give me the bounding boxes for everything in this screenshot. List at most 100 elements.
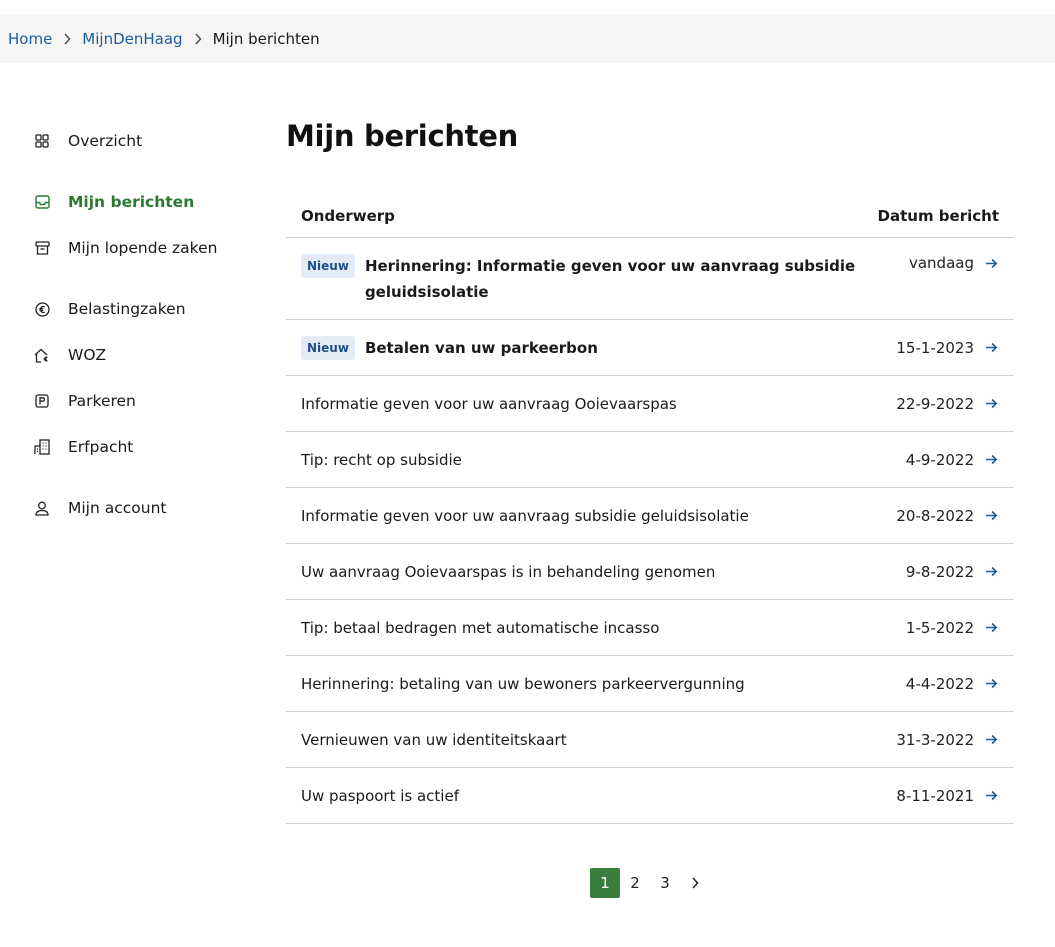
arrow-right-icon (985, 790, 998, 801)
message-subject: Informatie geven voor uw aanvraag subsid… (301, 506, 749, 525)
archive-icon (34, 240, 50, 256)
message-date: vandaag (908, 254, 974, 272)
breadcrumb-current: Mijn berichten (212, 29, 320, 48)
parking-icon (34, 393, 50, 409)
message-subject: Tip: betaal bedragen met automatische in… (301, 618, 660, 637)
sidebar-item-parkeren[interactable]: Parkeren (34, 389, 136, 413)
sidebar-item-label: Erfpacht (68, 438, 134, 456)
message-date: 4-9-2022 (905, 450, 974, 469)
message-subject-cell: Herinnering: betaling van uw bewoners pa… (301, 671, 745, 697)
message-date-cell: 8-11-2021 (896, 787, 998, 805)
arrow-right-icon (985, 566, 998, 577)
sidebar-item-woz[interactable]: WOZ (34, 343, 106, 367)
breadcrumb: Home MijnDenHaag Mijn berichten (0, 14, 1055, 63)
message-date: 31-3-2022 (896, 730, 974, 749)
chevron-right-icon (194, 33, 202, 45)
user-icon (34, 500, 50, 516)
new-badge: Nieuw (301, 335, 355, 360)
page-2-button[interactable]: 2 (620, 868, 650, 898)
message-date: 4-4-2022 (905, 674, 974, 693)
message-date-cell: 9-8-2022 (906, 563, 998, 581)
table-row[interactable]: Nieuw Herinnering: Informatie geven voor … (286, 238, 1014, 320)
message-subject-cell: Informatie geven voor uw aanvraag Ooieva… (301, 391, 677, 417)
message-date: 9-8-2022 (905, 562, 974, 581)
arrow-right-icon (985, 398, 998, 409)
message-subject: Tip: recht op subsidie (301, 450, 462, 469)
grid-icon (34, 133, 50, 149)
pagination: 1 2 3 (590, 868, 710, 898)
sidebar-item-mijn-account[interactable]: Mijn account (34, 496, 167, 520)
sidebar-item-label: Overzicht (68, 132, 143, 150)
message-subject-cell: Nieuw Betalen van uw parkeerbon (301, 335, 598, 361)
column-header-subject: Onderwerp (301, 206, 395, 225)
arrow-right-icon (985, 734, 998, 745)
message-subject-cell: Tip: betaal bedragen met automatische in… (301, 615, 659, 641)
euro-icon (34, 301, 50, 317)
sidebar-item-overzicht[interactable]: Overzicht (34, 129, 142, 153)
message-date-cell: 1-5-2022 (906, 619, 998, 637)
message-date-cell: 4-9-2022 (906, 451, 998, 469)
table-row[interactable]: Informatie geven voor uw aanvraag subsid… (286, 488, 1014, 544)
message-date-cell: 31-3-2022 (896, 731, 998, 749)
arrow-right-icon (985, 258, 998, 269)
sidebar-item-label: Belastingzaken (68, 300, 186, 318)
house-euro-icon (34, 347, 50, 363)
sidebar-item-mijn-lopende-zaken[interactable]: Mijn lopende zaken (34, 236, 217, 260)
table-row[interactable]: Uw paspoort is actief 8-11-2021 (286, 768, 1014, 824)
page-title: Mijn berichten (286, 119, 518, 153)
arrow-right-icon (985, 622, 998, 633)
table-row[interactable]: Nieuw Betalen van uw parkeerbon 15-1-2023 (286, 320, 1014, 376)
message-subject: Informatie geven voor uw aanvraag Ooieva… (301, 394, 677, 413)
message-subject-cell: Uw aanvraag Ooievaarspas is in behandeli… (301, 559, 715, 585)
message-date-cell: 15-1-2023 (896, 339, 998, 357)
message-subject-cell: Tip: recht op subsidie (301, 447, 462, 473)
main-content: Mijn berichten Onderwerp Datum bericht N… (286, 112, 1014, 824)
message-subject: Herinnering: betaling van uw bewoners pa… (301, 674, 745, 693)
sidebar-item-erfpacht[interactable]: Erfpacht (34, 435, 133, 459)
table-row[interactable]: Informatie geven voor uw aanvraag Ooieva… (286, 376, 1014, 432)
message-subject-cell: Informatie geven voor uw aanvraag subsid… (301, 503, 749, 529)
page-3-button[interactable]: 3 (650, 868, 680, 898)
arrow-right-icon (985, 510, 998, 521)
new-badge: Nieuw (301, 254, 355, 278)
sidebar-item-label: Mijn account (68, 499, 167, 517)
inbox-icon (34, 194, 50, 210)
message-subject: Uw paspoort is actief (301, 786, 459, 805)
sidebar-item-mijn-berichten[interactable]: Mijn berichten (34, 190, 194, 214)
message-date-cell: 22-9-2022 (896, 395, 998, 413)
table-header: Onderwerp Datum bericht (286, 194, 1014, 238)
message-date: 20-8-2022 (896, 506, 974, 525)
table-row[interactable]: Uw aanvraag Ooievaarspas is in behandeli… (286, 544, 1014, 600)
message-date: 8-11-2021 (896, 786, 974, 805)
message-date: 1-5-2022 (905, 618, 974, 637)
message-list: Nieuw Herinnering: Informatie geven voor … (286, 238, 1014, 824)
message-subject: Betalen van uw parkeerbon (364, 338, 598, 357)
message-subject-cell: Nieuw Herinnering: Informatie geven voor … (301, 253, 861, 305)
message-date-cell: vandaag (909, 254, 998, 272)
sidebar-item-belastingzaken[interactable]: Belastingzaken (34, 297, 186, 321)
message-subject: Vernieuwen van uw identiteitskaart (301, 730, 567, 749)
message-subject: Uw aanvraag Ooievaarspas is in behandeli… (301, 562, 716, 581)
chevron-right-icon (691, 877, 699, 889)
message-subject-cell: Vernieuwen van uw identiteitskaart (301, 727, 567, 753)
table-row[interactable]: Tip: recht op subsidie 4-9-2022 (286, 432, 1014, 488)
message-date: 22-9-2022 (896, 394, 974, 413)
column-header-date: Datum bericht (877, 206, 999, 225)
next-page-button[interactable] (680, 868, 710, 898)
message-date-cell: 4-4-2022 (906, 675, 998, 693)
arrow-right-icon (985, 342, 998, 353)
arrow-right-icon (985, 454, 998, 465)
arrow-right-icon (985, 678, 998, 689)
breadcrumb-link-home[interactable]: Home (8, 30, 52, 48)
breadcrumb-link-mijndenhaag[interactable]: MijnDenHaag (82, 30, 182, 48)
table-row[interactable]: Tip: betaal bedragen met automatische in… (286, 600, 1014, 656)
message-subject: Herinnering: Informatie geven voor uw aa… (364, 257, 856, 301)
sidebar-item-label: Mijn lopende zaken (68, 239, 218, 257)
building-icon (34, 439, 50, 455)
table-row[interactable]: Herinnering: betaling van uw bewoners pa… (286, 656, 1014, 712)
chevron-right-icon (63, 33, 71, 45)
table-row[interactable]: Vernieuwen van uw identiteitskaart 31-3-2… (286, 712, 1014, 768)
sidebar-item-label: Parkeren (68, 392, 136, 410)
page-1-button[interactable]: 1 (590, 868, 620, 898)
message-subject-cell: Uw paspoort is actief (301, 783, 459, 809)
